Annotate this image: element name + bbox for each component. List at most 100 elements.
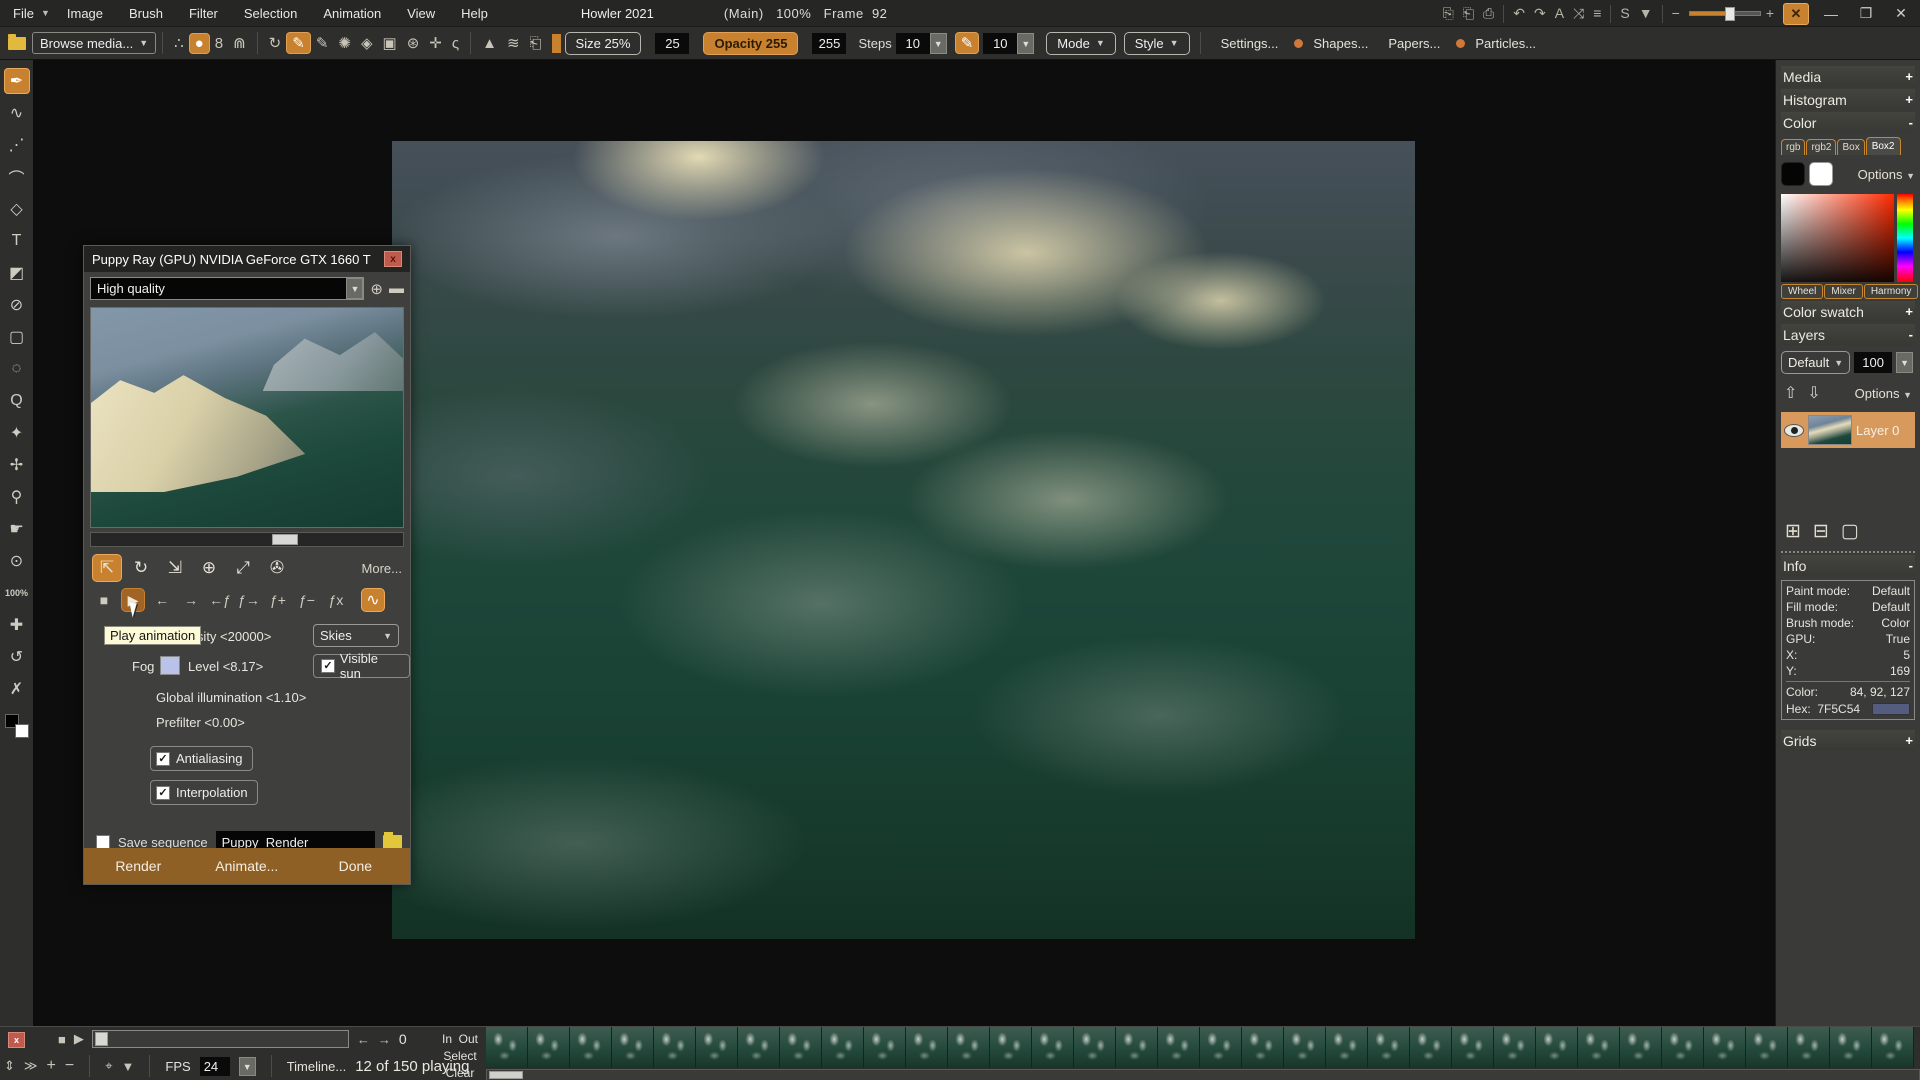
animate-button[interactable]: Animate... [193,858,302,874]
more-link[interactable]: More... [362,561,402,576]
frame-thumbnail[interactable] [780,1027,822,1068]
wheel-tab-harmony[interactable]: Harmony [1864,284,1919,299]
interpolation-checkbox-group[interactable]: ✓ Interpolation [150,780,258,805]
layer-mode-dropdown[interactable]: Default▼ [1781,351,1850,374]
fps-value-field[interactable]: 24 [200,1057,230,1076]
camera-orbit-icon[interactable]: ↻ [126,554,156,582]
minimize-dialog-icon[interactable]: ▬ [389,280,404,297]
frame-thumbnail[interactable] [1410,1027,1452,1068]
arrow-tool[interactable]: ✢ [4,452,30,478]
frame-thumbnail[interactable] [1032,1027,1074,1068]
text-tool[interactable]: T [4,228,30,254]
ellipse-select-tool[interactable]: ◌ [4,356,30,382]
zoom-tool[interactable]: Q [4,388,30,414]
color-tab-box2[interactable]: Box2 [1866,137,1901,155]
frame-thumbnail[interactable] [1830,1027,1872,1068]
frame-thumbnail[interactable] [864,1027,906,1068]
fan-icon[interactable]: ≋ [502,34,525,52]
menu-help[interactable]: Help [448,6,501,21]
toolbar-menu-settings[interactable]: Settings... [1221,36,1279,51]
fps-dropdown-button[interactable]: ▼ [239,1057,256,1076]
expand-icon[interactable]: + [1905,69,1913,84]
grids-section-header[interactable]: Grids+ [1781,730,1915,751]
zoom-out-icon[interactable]: − [1672,0,1680,27]
frame-thumbnail[interactable] [1284,1027,1326,1068]
layer-opacity-dropdown-button[interactable]: ▼ [1896,352,1913,373]
dialog-title-bar[interactable]: Puppy Ray (GPU) NVIDIA GeForce GTX 1660 … [84,246,410,272]
pen-square-icon[interactable]: ▣ [378,34,402,52]
render-preview[interactable] [90,307,404,528]
expand-icon[interactable]: + [1905,92,1913,107]
star-tool[interactable]: ✗ [4,676,30,702]
redo-icon[interactable]: ↷ [1534,0,1546,27]
opacity-value-field[interactable]: 255 [812,33,846,54]
frame-thumbnail[interactable] [1452,1027,1494,1068]
expand-icon[interactable]: + [1905,304,1913,319]
remove-layer-icon[interactable]: ⊟ [1813,520,1829,543]
smear-tool[interactable]: ∿ [4,100,30,126]
undo-tool[interactable]: ↺ [4,644,30,670]
steps-value-field[interactable]: 10 [896,33,930,54]
loupe-tool[interactable]: ⊙ [4,548,30,574]
crosshair-icon[interactable]: ✛ [424,34,447,52]
ellipse-tool[interactable]: ⊘ [4,292,30,318]
ui-zoom-slider[interactable]: + [1689,0,1774,27]
frame-thumbnail[interactable] [738,1027,780,1068]
timeline-menu-button[interactable]: Timeline... [287,1059,346,1074]
skies-dropdown[interactable]: Skies▼ [313,624,399,647]
dialog-close-button[interactable]: x [384,251,402,267]
prev-key-icon[interactable]: ←ƒ [208,588,232,612]
frame-thumbnail[interactable] [570,1027,612,1068]
preview-scroll-handle[interactable] [272,534,298,545]
add-key-icon[interactable]: ƒ+ [266,588,290,612]
frame-thumbnail[interactable] [1368,1027,1410,1068]
wheel-tab-wheel[interactable]: Wheel [1781,284,1823,299]
layer-down-icon[interactable]: ⇩ [1807,383,1820,403]
preview-scrollbar[interactable] [90,532,404,547]
panel-divider[interactable] [1781,551,1915,553]
camera-view-icon[interactable]: ✇ [262,554,292,582]
brush-steps-dropdown-button[interactable]: ▼ [1017,33,1034,54]
histogram-section-header[interactable]: Histogram+ [1781,89,1915,110]
frame-thumbnail[interactable] [1200,1027,1242,1068]
layer-opacity-field[interactable]: 100 [1854,352,1892,373]
lasso-icon[interactable]: ς [447,35,464,52]
layer-thumbnail[interactable] [1808,415,1852,445]
frame-thumbnail[interactable] [1494,1027,1536,1068]
camera-zoom-icon[interactable]: ⤢ [228,554,258,582]
collapse-icon[interactable]: - [1909,115,1913,130]
move-tool[interactable]: ✚ [4,612,30,638]
frame-thumbnail[interactable] [906,1027,948,1068]
global-illumination-label[interactable]: Global illumination <1.10> [156,690,410,705]
frame-thumbnail[interactable] [1620,1027,1662,1068]
frame-thumbnail[interactable] [990,1027,1032,1068]
undo-icon[interactable]: ↶ [1513,0,1525,27]
layer-row[interactable]: Layer 0 [1781,412,1915,448]
window-close-button[interactable]: ✕ [1888,5,1914,22]
timeline-resize-icon[interactable]: ⇕ [4,1058,15,1074]
timeline-close-button[interactable]: x [8,1032,25,1048]
toolbar-menu-papers[interactable]: Papers... [1388,36,1440,51]
visible-sun-checkbox-group[interactable]: ✓ Visible sun [313,654,410,678]
remove-frame-icon[interactable]: − [65,1057,74,1075]
fog-color-swatch[interactable] [160,656,180,675]
add-frame-icon[interactable]: + [47,1057,56,1075]
clipboard-cut-icon[interactable]: ⎗ [1463,0,1474,27]
chevron-down-icon[interactable]: ▼ [346,278,363,299]
dual-dot-icon[interactable]: 8 [210,35,228,52]
menu-filter[interactable]: Filter [176,6,231,21]
rect-select-tool[interactable]: ▢ [4,324,30,350]
clamp-icon[interactable]: ⋒ [228,34,251,52]
frame-thumbnail[interactable] [1872,1027,1914,1068]
clear-button[interactable]: Clear [446,1066,475,1080]
frame-thumbnail[interactable] [1116,1027,1158,1068]
menu-view[interactable]: View [394,6,448,21]
menu-file[interactable]: File [0,6,47,21]
spiral-icon[interactable]: ✺ [333,34,356,52]
timeline-stop-icon[interactable]: ■ [58,1032,66,1047]
saturation-value-picker[interactable] [1781,194,1894,282]
frame-thumbnail[interactable] [654,1027,696,1068]
frame-thumbnail[interactable] [1578,1027,1620,1068]
in-button[interactable]: In [442,1032,452,1046]
collapse-icon[interactable]: - [1909,558,1913,573]
